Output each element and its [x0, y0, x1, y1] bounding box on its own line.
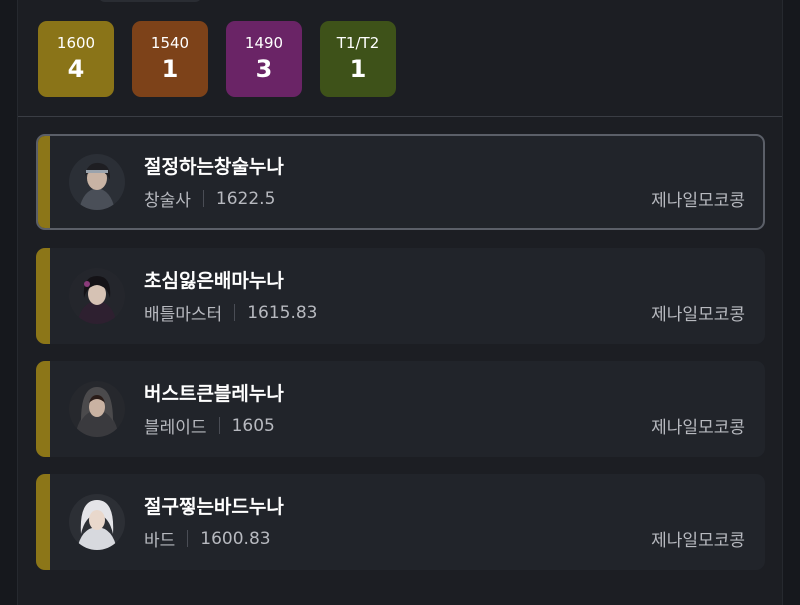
character-class: 창술사: [144, 191, 191, 211]
character-card[interactable]: 초심잃은배마누나 배틀마스터 1615.83 제나일모코콩: [36, 248, 765, 344]
character-server: 제나일모코콩: [651, 418, 745, 438]
badge-count: 3: [255, 55, 273, 83]
badge-label: 1490: [244, 34, 284, 52]
character-avatar: [69, 268, 125, 324]
meta-separator: [218, 417, 220, 434]
character-meta: 바드 1600.83: [144, 526, 271, 552]
badge-label: 1600: [56, 34, 96, 52]
badge-count: 1: [161, 55, 179, 83]
character-meta: 배틀마스터 1615.83: [144, 300, 318, 326]
character-item-level: 1622.5: [215, 188, 276, 209]
badge-count: 4: [67, 55, 85, 83]
item-level-summary: 1600 4 1540 1 1490 3 T1/T2 1: [38, 21, 396, 97]
badge-label: T1/T2: [336, 34, 380, 52]
character-meta: 블레이드 1605: [144, 413, 275, 439]
character-item-level: 1600.83: [200, 528, 271, 549]
meta-separator: [234, 304, 236, 321]
badge-1490[interactable]: 1490 3: [226, 21, 302, 97]
character-item-level: 1605: [231, 415, 275, 436]
character-name: 버스트큰블레누나: [144, 383, 284, 405]
badge-count: 1: [349, 55, 367, 83]
character-name: 절정하는창술누나: [144, 156, 284, 178]
character-avatar: [69, 154, 125, 210]
tier-accent-bar: [38, 136, 50, 228]
tier-accent-bar: [36, 248, 50, 344]
meta-separator: [187, 530, 189, 547]
badge-t1-t2[interactable]: T1/T2 1: [320, 21, 396, 97]
character-server: 제나일모코콩: [651, 191, 745, 211]
character-card[interactable]: 버스트큰블레누나 블레이드 1605 제나일모코콩: [36, 361, 765, 457]
character-avatar: [69, 494, 125, 550]
character-class: 배틀마스터: [144, 305, 223, 325]
character-card[interactable]: 절정하는창술누나 창술사 1622.5 제나일모코콩: [36, 134, 765, 230]
character-card[interactable]: 절구찧는바드누나 바드 1600.83 제나일모코콩: [36, 474, 765, 570]
character-meta: 창술사 1622.5: [144, 186, 276, 212]
badge-1540[interactable]: 1540 1: [132, 21, 208, 97]
tier-accent-bar: [36, 361, 50, 457]
character-server: 제나일모코콩: [651, 531, 745, 551]
badge-label: 1540: [150, 34, 190, 52]
tier-accent-bar: [36, 474, 50, 570]
section-divider: [18, 116, 782, 117]
character-name: 초심잃은배마누나: [144, 270, 284, 292]
character-name: 절구찧는바드누나: [144, 496, 284, 518]
meta-separator: [202, 190, 204, 207]
top-tab-pill[interactable]: [98, 0, 202, 2]
character-avatar: [69, 381, 125, 437]
character-class: 바드: [144, 531, 176, 551]
character-server: 제나일모코콩: [651, 305, 745, 325]
badge-1600[interactable]: 1600 4: [38, 21, 114, 97]
character-class: 블레이드: [144, 418, 207, 438]
character-item-level: 1615.83: [247, 302, 318, 323]
